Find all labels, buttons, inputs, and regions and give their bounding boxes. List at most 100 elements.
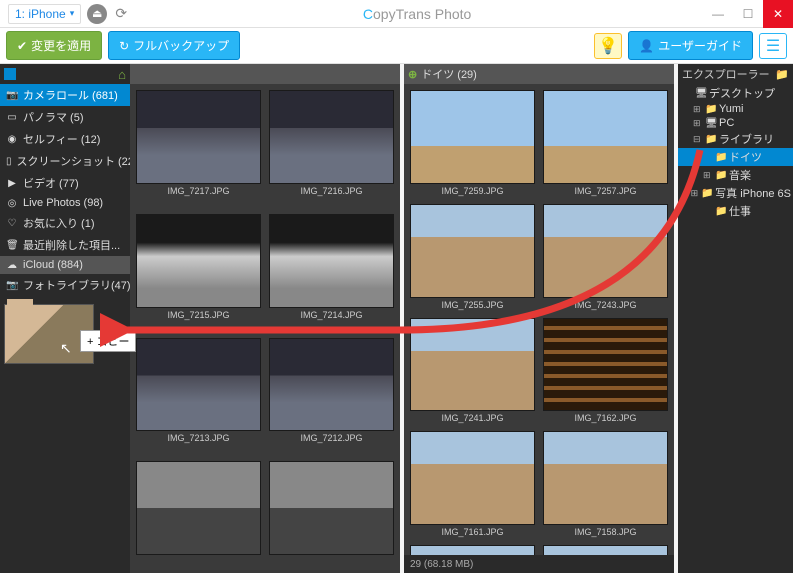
thumbnail-label: IMG_7259.JPG [441, 186, 503, 196]
explorer-panel: エクスプローラー 📁 🖥デスクトップ⊞📁Yumi⊞🖥PC⊟📁ライブラリ📁ドイツ⊞… [678, 64, 793, 573]
album-icon: ♡ [6, 218, 18, 229]
device-photo-grid[interactable]: IMG_7217.JPG IMG_7216.JPG IMG_7215.JPG IMG_… [130, 84, 400, 573]
user-guide-button[interactable]: 👤 ユーザーガイド [628, 31, 753, 60]
sidebar-item[interactable]: 🗑最近削除した項目... [0, 234, 130, 256]
check-icon: ✔ [17, 39, 27, 53]
add-icon[interactable]: ⊕ [408, 68, 417, 81]
thumbnail-image [136, 338, 261, 432]
node-label: Yumi [719, 103, 743, 115]
view-icon[interactable] [4, 68, 16, 80]
device-label: 1: iPhone [15, 7, 66, 21]
refresh-icon[interactable]: ⟳ [111, 4, 131, 24]
expand-icon[interactable]: ⊞ [691, 188, 699, 199]
explorer-title: エクスプローラー [682, 66, 770, 82]
folder-title: ドイツ (29) [421, 66, 477, 82]
full-backup-button[interactable]: ↻ フルバックアップ [108, 31, 240, 60]
thumbnail-label: IMG_7158.JPG [574, 527, 636, 537]
photo-thumbnail[interactable]: IMG_7214.JPG [269, 214, 394, 330]
sidebar-item[interactable]: ♡お気に入り (1) [0, 212, 130, 234]
node-icon: 📁 [715, 152, 726, 163]
thumbnail-image [269, 214, 394, 308]
sidebar-item[interactable]: ☁iCloud (884) [0, 256, 130, 274]
photo-thumbnail[interactable]: IMG_7161.JPG [410, 431, 535, 537]
app-title: CopyTrans Photo [131, 6, 703, 22]
home-icon[interactable]: ⌂ [118, 67, 126, 82]
thumbnail-image [543, 431, 668, 525]
sidebar-item[interactable]: 📷フォトライブラリ(47) [0, 274, 130, 296]
photo-thumbnail[interactable]: IMG_7212.JPG [269, 338, 394, 454]
node-label: デスクトップ [709, 85, 775, 101]
tree-item[interactable]: ⊟📁ライブラリ [678, 130, 793, 148]
hint-button[interactable]: 💡 [594, 33, 622, 59]
tree-item[interactable]: ⊞📁写真 iPhone 6S [678, 184, 793, 202]
sidebar-item[interactable]: 📷カメラロール (681) [0, 84, 130, 106]
thumbnail-label: IMG_7255.JPG [441, 300, 503, 310]
explorer-header: エクスプローラー 📁 [678, 64, 793, 84]
node-label: 写真 iPhone 6S [715, 185, 791, 201]
photo-thumbnail[interactable] [410, 545, 535, 555]
expand-icon[interactable]: ⊟ [693, 134, 702, 145]
close-button[interactable]: ✕ [763, 0, 793, 28]
photo-thumbnail[interactable]: IMG_7243.JPG [543, 204, 668, 310]
expand-icon[interactable]: ⊞ [693, 104, 702, 115]
photo-thumbnail[interactable] [136, 461, 261, 567]
album-label: パノラマ (5) [23, 109, 84, 125]
thumbnail-label: IMG_7215.JPG [167, 310, 229, 320]
photo-thumbnail[interactable] [543, 545, 668, 555]
sidebar-item[interactable]: ◉セルフィー (12) [0, 128, 130, 150]
tree-item[interactable]: ⊞📁音楽 [678, 166, 793, 184]
device-selector[interactable]: 1: iPhone ▾ [8, 4, 81, 24]
album-label: セルフィー (12) [23, 131, 100, 147]
title-bar: 1: iPhone ▾ ⏏ ⟳ CopyTrans Photo — ☐ ✕ [0, 0, 793, 28]
photo-thumbnail[interactable]: IMG_7217.JPG [136, 90, 261, 206]
photo-thumbnail[interactable] [269, 461, 394, 567]
album-icon: 📷 [6, 280, 18, 291]
expand-icon[interactable]: ⊞ [703, 170, 712, 181]
thumbnail-image [136, 90, 261, 184]
maximize-button[interactable]: ☐ [733, 0, 763, 28]
tree-item[interactable]: 🖥デスクトップ [678, 84, 793, 102]
album-icon: ☁ [6, 260, 18, 271]
thumbnail-image [543, 318, 668, 412]
menu-button[interactable]: ☰ [759, 33, 787, 59]
tree-item[interactable]: ⊞📁Yumi [678, 102, 793, 116]
expand-icon[interactable]: ⊞ [693, 118, 702, 129]
sidebar-item[interactable]: ◎Live Photos (98) [0, 194, 130, 212]
apply-changes-button[interactable]: ✔ 変更を適用 [6, 31, 102, 60]
photo-thumbnail[interactable]: IMG_7215.JPG [136, 214, 261, 330]
folder-icon[interactable]: 📁 [775, 68, 789, 81]
folder-photos-panel: ⊕ ドイツ (29) IMG_7259.JPGIMG_7257.JPGIMG_7… [404, 64, 674, 573]
thumbnail-label: IMG_7216.JPG [300, 186, 362, 196]
photo-thumbnail[interactable]: IMG_7213.JPG [136, 338, 261, 454]
photo-thumbnail[interactable]: IMG_7158.JPG [543, 431, 668, 537]
folder-photos-header: ⊕ ドイツ (29) [404, 64, 674, 84]
thumbnail-image [136, 461, 261, 555]
folder-tree[interactable]: 🖥デスクトップ⊞📁Yumi⊞🖥PC⊟📁ライブラリ📁ドイツ⊞📁音楽⊞📁写真 iPh… [678, 84, 793, 220]
window-controls: — ☐ ✕ [703, 0, 793, 28]
photo-thumbnail[interactable]: IMG_7259.JPG [410, 90, 535, 196]
tree-item[interactable]: ⊞🖥PC [678, 116, 793, 130]
photo-thumbnail[interactable]: IMG_7257.JPG [543, 90, 668, 196]
thumbnail-image [410, 431, 535, 525]
photo-thumbnail[interactable]: IMG_7216.JPG [269, 90, 394, 206]
thumbnail-image [269, 90, 394, 184]
photo-thumbnail[interactable]: IMG_7162.JPG [543, 318, 668, 424]
album-label: スクリーンショット (22) [17, 153, 130, 169]
sidebar-item[interactable]: ▶ビデオ (77) [0, 172, 130, 194]
tree-item[interactable]: 📁仕事 [678, 202, 793, 220]
backup-label: フルバックアップ [133, 37, 229, 54]
sidebar-item[interactable]: ▯ スクリーンショット (22) [0, 150, 130, 172]
node-icon: 🖥 [705, 118, 716, 129]
cursor-icon: ↖ [60, 340, 72, 357]
eject-icon[interactable]: ⏏ [87, 4, 107, 24]
minimize-button[interactable]: — [703, 0, 733, 28]
copy-tooltip: + コピー [80, 330, 136, 352]
sidebar-item[interactable]: ▭パノラマ (5) [0, 106, 130, 128]
photo-thumbnail[interactable]: IMG_7241.JPG [410, 318, 535, 424]
tree-item[interactable]: 📁ドイツ [678, 148, 793, 166]
folder-photo-grid[interactable]: IMG_7259.JPG IMG_7257.JPG IMG_7255.JPG IMG_… [404, 84, 674, 555]
album-icon: ▯ [6, 156, 12, 167]
thumbnail-image [543, 545, 668, 555]
photo-thumbnail[interactable]: IMG_7255.JPG [410, 204, 535, 310]
node-icon: 📁 [705, 104, 716, 115]
